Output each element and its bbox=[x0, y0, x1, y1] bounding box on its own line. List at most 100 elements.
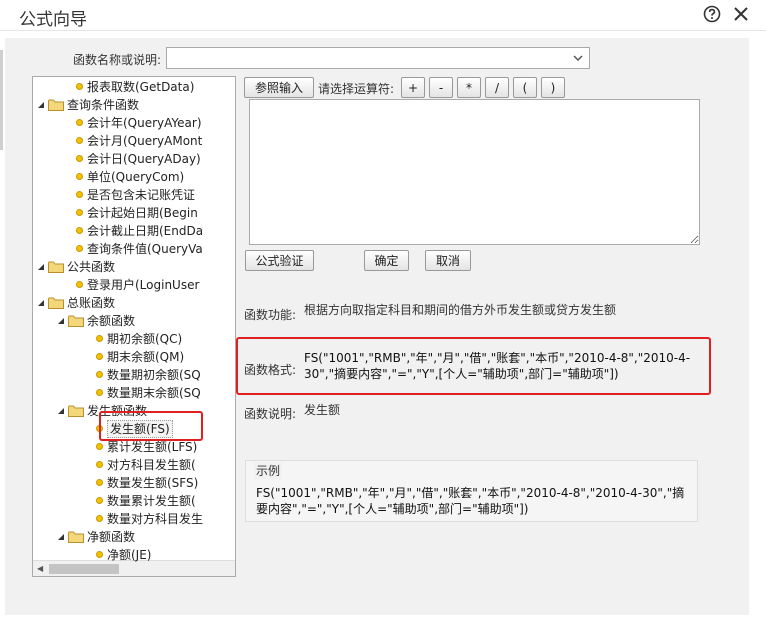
tree-function-item[interactable]: 会计年(QueryAYear) bbox=[33, 114, 235, 132]
search-label: 函数名称或说明: bbox=[73, 53, 162, 67]
tree-item-label: 数量累计发生额( bbox=[107, 494, 196, 508]
tree-function-item[interactable]: 数量期初余额(SQ bbox=[33, 366, 235, 384]
left-paren-operator-button[interactable]: ( bbox=[513, 77, 537, 98]
function-dot-icon bbox=[96, 389, 103, 396]
folder-icon bbox=[48, 99, 64, 111]
tree-folder-item[interactable]: 公共函数 bbox=[33, 258, 235, 276]
function-dot-icon bbox=[96, 443, 103, 450]
function-dot-icon bbox=[96, 497, 103, 504]
tree-item-label: 会计月(QueryAMont bbox=[87, 134, 203, 148]
tree-item-label: 会计年(QueryAYear) bbox=[87, 116, 202, 130]
tree-function-item[interactable]: 净额(JE) bbox=[33, 546, 235, 564]
tree-item-label: 单位(QueryCom) bbox=[87, 170, 185, 184]
tree-function-item[interactable]: 是否包含未记账凭证 bbox=[33, 186, 235, 204]
tree-item-label: 数量期初余额(SQ bbox=[107, 368, 201, 382]
tree-function-item[interactable]: 数量累计发生额( bbox=[33, 492, 235, 510]
function-dot-icon bbox=[76, 227, 83, 234]
function-dot-icon bbox=[96, 515, 103, 522]
tree-item-label: 数量期末余额(SQ bbox=[107, 386, 201, 400]
description-text: 发生额 bbox=[304, 403, 341, 417]
scroll-left-icon[interactable]: ◀ bbox=[37, 564, 43, 573]
search-select[interactable] bbox=[166, 47, 590, 69]
function-dot-icon bbox=[76, 137, 83, 144]
function-dot-icon bbox=[76, 209, 83, 216]
example-legend: 示例 bbox=[254, 462, 283, 479]
tree-function-item[interactable]: 会计截止日期(EndDa bbox=[33, 222, 235, 240]
tree-folder-item[interactable]: 净额函数 bbox=[33, 528, 235, 546]
function-dot-icon bbox=[96, 353, 103, 360]
reference-input-button[interactable]: 参照输入 bbox=[244, 77, 314, 98]
tree-item-label: 余额函数 bbox=[87, 314, 136, 328]
tree-function-item[interactable]: 数量发生额(SFS) bbox=[33, 474, 235, 492]
validate-formula-button[interactable]: 公式验证 bbox=[245, 250, 314, 271]
collapse-triangle-icon[interactable] bbox=[57, 317, 65, 325]
tree-function-item[interactable]: 期末余额(QM) bbox=[33, 348, 235, 366]
operator-label: 请选择运算符: bbox=[318, 82, 395, 96]
tree-item-label: 报表取数(GetData) bbox=[87, 80, 195, 94]
tree-item-label: 查询条件函数 bbox=[67, 98, 140, 112]
tree-item-label: 查询条件值(QueryVa bbox=[87, 242, 203, 256]
tree-item-label: 数量对方科目发生 bbox=[107, 512, 204, 526]
function-text: 根据方向取指定科目和期间的借方外币发生额或贷方发生额 bbox=[304, 303, 617, 317]
minus-operator-button[interactable]: - bbox=[429, 77, 453, 98]
selected-highlight-box bbox=[99, 411, 203, 441]
tree-folder-item[interactable]: 余额函数 bbox=[33, 312, 235, 330]
tree-item-label: 会计日(QueryADay) bbox=[87, 152, 201, 166]
close-icon[interactable] bbox=[731, 4, 751, 24]
tree-item-label: 期末余额(QM) bbox=[107, 350, 185, 364]
collapse-triangle-icon[interactable] bbox=[37, 263, 45, 271]
folder-icon bbox=[68, 405, 84, 417]
tree-item-label: 会计起始日期(Begin bbox=[87, 206, 198, 220]
function-dot-icon bbox=[96, 479, 103, 486]
tree-function-item[interactable]: 数量对方科目发生 bbox=[33, 510, 235, 528]
collapse-triangle-icon[interactable] bbox=[57, 533, 65, 541]
tree-function-item[interactable]: 单位(QueryCom) bbox=[33, 168, 235, 186]
tree-item-label: 数量发生额(SFS) bbox=[107, 476, 199, 490]
folder-icon bbox=[48, 297, 64, 309]
help-icon[interactable] bbox=[703, 5, 721, 23]
formula-input[interactable] bbox=[249, 99, 700, 245]
function-dot-icon bbox=[76, 281, 83, 288]
tree-function-item[interactable]: 会计日(QueryADay) bbox=[33, 150, 235, 168]
window-edge bbox=[0, 50, 3, 150]
cancel-button[interactable]: 取消 bbox=[425, 250, 471, 271]
tree-folder-item[interactable]: 总账函数 bbox=[33, 294, 235, 312]
tree-function-item[interactable]: 会计月(QueryAMont bbox=[33, 132, 235, 150]
function-dot-icon bbox=[76, 119, 83, 126]
ok-button[interactable]: 确定 bbox=[364, 250, 409, 271]
function-dot-icon bbox=[96, 335, 103, 342]
function-tree[interactable]: ▲ ▼ ◀ ▶ 报表取数(GetData)查询条件函数会计年(QueryAYea… bbox=[32, 76, 236, 577]
tree-function-item[interactable]: 数量期末余额(SQ bbox=[33, 384, 235, 402]
tree-item-label: 公共函数 bbox=[67, 260, 116, 274]
tree-function-item[interactable]: 报表取数(GetData) bbox=[33, 78, 235, 96]
tree-item-label: 会计截止日期(EndDa bbox=[87, 224, 204, 238]
tree-folder-item[interactable]: 查询条件函数 bbox=[33, 96, 235, 114]
chevron-down-icon[interactable] bbox=[571, 51, 585, 65]
collapse-triangle-icon[interactable] bbox=[57, 407, 65, 415]
window-title: 公式向导 bbox=[19, 10, 87, 30]
function-label: 函数功能: bbox=[244, 308, 297, 322]
collapse-triangle-icon[interactable] bbox=[37, 299, 45, 307]
tree-function-item[interactable]: 期初余额(QC) bbox=[33, 330, 235, 348]
multiply-operator-button[interactable]: * bbox=[457, 77, 481, 98]
title-bar: 公式向导 bbox=[0, 0, 766, 31]
description-label: 函数说明: bbox=[244, 407, 297, 421]
tree-item-label: 期初余额(QC) bbox=[107, 332, 183, 346]
collapse-triangle-icon[interactable] bbox=[37, 101, 45, 109]
function-dot-icon bbox=[76, 173, 83, 180]
tree-item-label: 对方科目发生额( bbox=[107, 458, 196, 472]
tree-item-label: 总账函数 bbox=[67, 296, 116, 310]
tree-function-item[interactable]: 会计起始日期(Begin bbox=[33, 204, 235, 222]
right-paren-operator-button[interactable]: ) bbox=[541, 77, 565, 98]
tree-function-item[interactable]: 查询条件值(QueryVa bbox=[33, 240, 235, 258]
horizontal-scroll-thumb[interactable] bbox=[49, 564, 119, 574]
function-dot-icon bbox=[96, 551, 103, 558]
tree-function-item[interactable]: 对方科目发生额( bbox=[33, 456, 235, 474]
format-text: FS("1001","RMB","年","月","借","账套","本币","2… bbox=[304, 351, 691, 381]
tree-function-item[interactable]: 登录用户(LoginUser bbox=[33, 276, 235, 294]
function-dot-icon bbox=[76, 191, 83, 198]
folder-icon bbox=[68, 531, 84, 543]
plus-operator-button[interactable]: + bbox=[401, 77, 425, 98]
divide-operator-button[interactable]: / bbox=[485, 77, 509, 98]
tree-item-label: 是否包含未记账凭证 bbox=[87, 188, 196, 202]
